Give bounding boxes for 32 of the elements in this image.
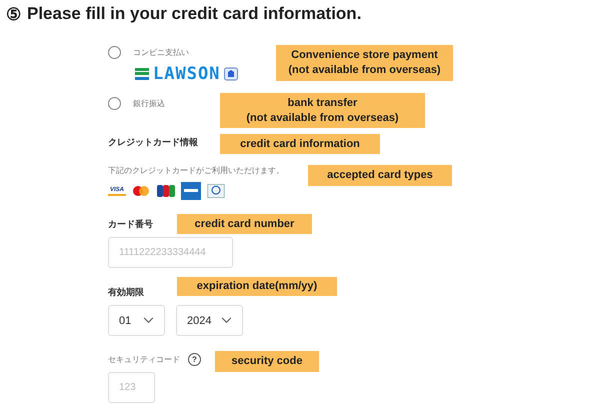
annotation-callout: accepted card types [308, 165, 452, 186]
section-title: クレジットカード情報 [108, 136, 198, 149]
field-label: 有効期限 [108, 286, 144, 299]
radio-button[interactable] [108, 97, 121, 110]
card-stripes-icon [156, 184, 176, 198]
radio-button[interactable] [108, 46, 121, 59]
field-label: セキュリティコード [108, 354, 180, 365]
option-label: コンビニ支払い [133, 47, 189, 58]
overlapping-circles-icon [131, 184, 152, 198]
month-select[interactable]: 01 [108, 305, 165, 336]
card-logo-icon [206, 184, 226, 198]
chevron-down-icon [143, 317, 154, 324]
store-logo-text: LAWSON [153, 65, 220, 83]
annotation-callout: bank transfer (not available from overseas) [220, 93, 425, 128]
annotation-callout: credit card information [220, 134, 380, 154]
year-select[interactable]: 2024 [176, 305, 243, 336]
store-logo-icon [135, 67, 149, 81]
help-icon[interactable]: ? [188, 353, 201, 366]
option-label: 銀行振込 [133, 98, 165, 109]
page-heading: Please fill in your credit card information. [27, 4, 362, 25]
card-logo-icon [181, 182, 202, 200]
security-code-field[interactable]: 123 [108, 372, 155, 403]
step-number: ⑤ [6, 4, 21, 25]
annotation-callout: expiration date(mm/yy) [177, 277, 337, 296]
annotation-callout: Convenience store payment (not available from overseas) [276, 45, 453, 81]
chevron-down-icon [221, 317, 232, 324]
field-label: カード番号 [108, 218, 153, 231]
annotation-callout: security code [215, 351, 319, 372]
accepted-cards-note: 下記のクレジットカードがご利用いただけます。 [108, 165, 284, 176]
milk-can-icon [224, 67, 238, 81]
card-number-field[interactable]: 1111222233334444 [108, 237, 233, 268]
annotation-callout: credit card number [177, 214, 312, 234]
